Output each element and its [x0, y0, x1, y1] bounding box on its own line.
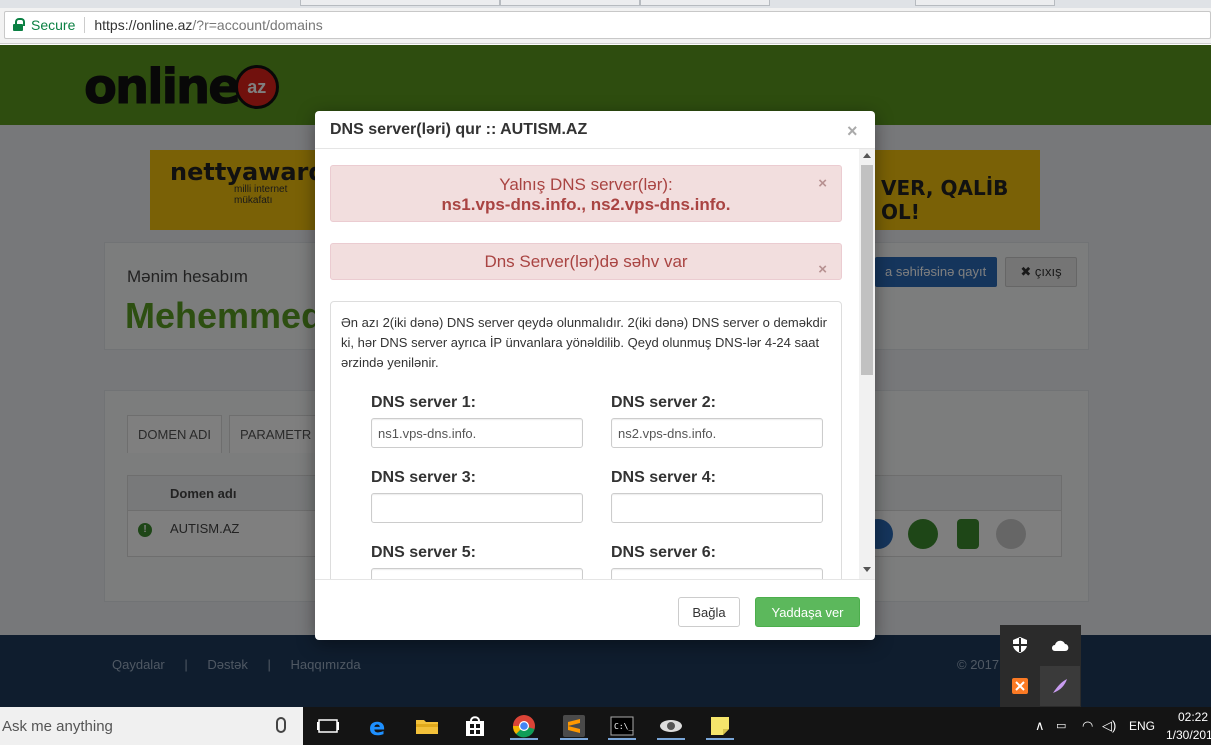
- url-host: https://online.az: [94, 17, 193, 33]
- close-button[interactable]: Bağla: [678, 597, 740, 627]
- modal-body: Yalnış DNS server(lər): ns1.vps-dns.info…: [315, 149, 875, 579]
- sublime-text-icon[interactable]: [560, 712, 588, 740]
- secure-label: Secure: [31, 17, 76, 33]
- feather-icon[interactable]: [1040, 666, 1080, 706]
- dns-server-2-input[interactable]: [611, 418, 823, 448]
- modal-scrollbar[interactable]: [859, 149, 875, 579]
- tray-overflow-popup: [1000, 625, 1081, 707]
- alert-close-icon[interactable]: ×: [818, 252, 827, 287]
- edge-browser-icon[interactable]: e: [365, 712, 393, 741]
- sticky-notes-icon[interactable]: [706, 712, 734, 740]
- dns-error-alert: Dns Server(lər)də səhv var ×: [330, 243, 842, 280]
- dns-server-3-input[interactable]: [371, 493, 583, 523]
- chrome-icon[interactable]: [510, 712, 538, 740]
- lock-icon: [13, 18, 25, 32]
- dns-server-4-input[interactable]: [611, 493, 823, 523]
- browser-tab[interactable]: [300, 0, 500, 6]
- save-button[interactable]: Yaddaşa ver: [755, 597, 860, 627]
- language-indicator[interactable]: ENG: [1129, 719, 1155, 733]
- svg-text:e: e: [369, 713, 385, 740]
- alert-close-icon[interactable]: ×: [818, 174, 827, 194]
- dns-server-6-input[interactable]: [611, 568, 823, 579]
- eye-app-icon[interactable]: [657, 712, 685, 740]
- dns-settings-modal: DNS server(ləri) qur :: AUTISM.AZ × Yaln…: [315, 111, 875, 640]
- task-view-icon[interactable]: [314, 712, 342, 740]
- svg-text:C:\_: C:\_: [614, 722, 633, 731]
- clock-time[interactable]: 02:22: [1178, 710, 1208, 724]
- address-bar: Secure https://online.az/?r=account/doma…: [0, 8, 1211, 44]
- dns-server-1-input[interactable]: [371, 418, 583, 448]
- volume-icon[interactable]: ◁): [1102, 718, 1116, 734]
- file-explorer-icon[interactable]: [413, 712, 441, 740]
- modal-title: DNS server(ləri) qur :: AUTISM.AZ: [330, 121, 588, 138]
- modal-header: DNS server(ləri) qur :: AUTISM.AZ ×: [315, 111, 875, 149]
- onedrive-cloud-icon[interactable]: [1040, 625, 1080, 665]
- url-path: /?r=account/domains: [192, 17, 323, 33]
- browser-tab-strip: [0, 0, 1211, 8]
- alert-invalid-servers: ns1.vps-dns.info., ns2.vps-dns.info.: [441, 195, 731, 214]
- alert-heading: Yalnış DNS server(lər):: [499, 175, 673, 194]
- power-icon[interactable]: ▭: [1056, 719, 1066, 732]
- wifi-icon[interactable]: ◠: [1082, 718, 1093, 734]
- browser-tab[interactable]: [915, 0, 1055, 6]
- scroll-up-icon[interactable]: [863, 153, 871, 158]
- dns-server-6-label: DNS server 6:: [611, 544, 716, 561]
- dns-server-3-label: DNS server 3:: [371, 469, 476, 486]
- address-separator: [84, 17, 86, 33]
- command-prompt-icon[interactable]: C:\_: [608, 712, 636, 740]
- defender-shield-icon[interactable]: [1000, 625, 1040, 665]
- store-icon[interactable]: [461, 712, 489, 740]
- dns-server-1-label: DNS server 1:: [371, 394, 476, 411]
- close-icon[interactable]: ×: [847, 121, 858, 142]
- dns-form-panel: Ən azı 2(iki dənə) DNS server qeydə olun…: [330, 301, 842, 579]
- browser-tab[interactable]: [640, 0, 770, 6]
- windows-taskbar: Ask me anything e C:\_ ∧ ▭ ◠ ◁) ENG 02:2…: [0, 707, 1211, 745]
- scroll-down-icon[interactable]: [863, 567, 871, 572]
- xampp-icon[interactable]: [1000, 666, 1040, 706]
- dns-info-text: Ən azı 2(iki dənə) DNS server qeydə olun…: [341, 315, 827, 370]
- dns-server-5-input[interactable]: [371, 568, 583, 579]
- dns-server-5-label: DNS server 5:: [371, 544, 476, 561]
- tray-expand-chevron-icon[interactable]: ∧: [1035, 718, 1045, 734]
- invalid-dns-alert: Yalnış DNS server(lər): ns1.vps-dns.info…: [330, 165, 842, 222]
- dns-server-2-label: DNS server 2:: [611, 394, 716, 411]
- scroll-thumb[interactable]: [861, 165, 873, 375]
- clock-date[interactable]: 1/30/201: [1166, 728, 1211, 742]
- search-placeholder: Ask me anything: [2, 718, 113, 735]
- dns-server-4-label: DNS server 4:: [611, 469, 716, 486]
- alert-message: Dns Server(lər)də səhv var: [484, 252, 688, 271]
- cortana-search-box[interactable]: Ask me anything: [0, 707, 303, 745]
- modal-footer: Bağla Yaddaşa ver: [315, 579, 875, 640]
- url-field[interactable]: Secure https://online.az/?r=account/doma…: [4, 11, 1211, 39]
- microphone-icon[interactable]: [276, 717, 286, 733]
- browser-tab[interactable]: [500, 0, 640, 6]
